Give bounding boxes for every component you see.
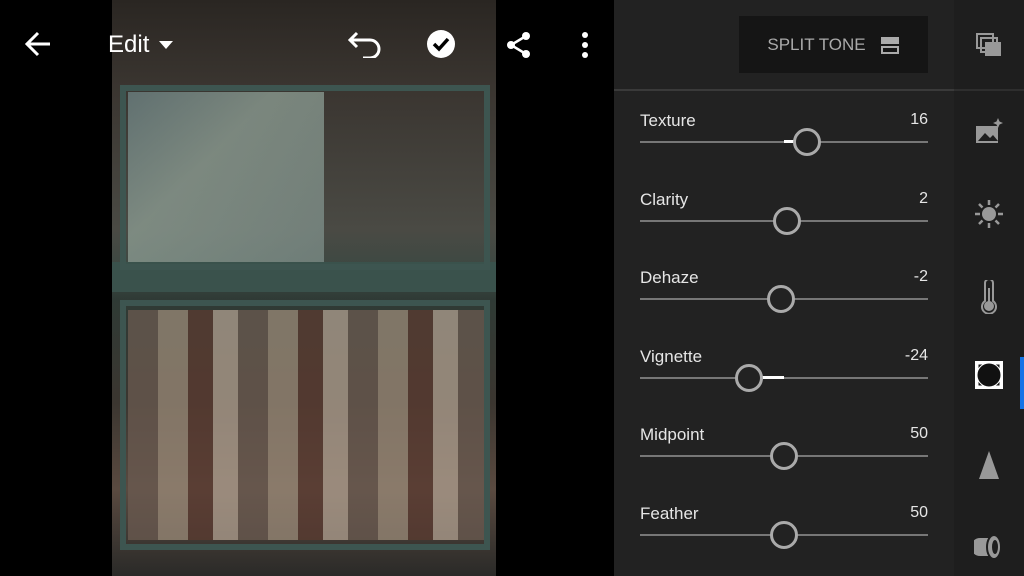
tool-effects[interactable] xyxy=(954,360,1024,390)
slider-label: Midpoint xyxy=(640,425,705,444)
slider-label: Texture xyxy=(640,111,696,130)
slider-thumb[interactable] xyxy=(770,520,798,549)
slider-label: Dehaze xyxy=(640,268,699,287)
share-button[interactable] xyxy=(505,31,533,59)
tool-auto[interactable] xyxy=(954,117,1024,145)
effects-icon xyxy=(975,361,1003,389)
photo-window-bottom xyxy=(120,300,490,550)
optics-icon xyxy=(974,534,1002,560)
mode-label: Edit xyxy=(108,31,150,58)
back-button[interactable] xyxy=(22,28,54,60)
effects-panel: SPLIT TONE Texture 16 Clarity 2 Dehaze -2 Vign… xyxy=(614,0,954,576)
slider-value: -2 xyxy=(913,268,928,285)
share-icon xyxy=(507,32,530,58)
tool-color[interactable] xyxy=(954,280,1024,314)
caret-down-icon xyxy=(159,41,174,49)
slider-value: -24 xyxy=(904,346,928,364)
slider-feather[interactable]: Feather 50 xyxy=(640,504,928,564)
split-tone-icon xyxy=(880,36,899,54)
undo-button[interactable] xyxy=(346,28,384,60)
slider-thumb[interactable] xyxy=(772,206,801,235)
slider-value: 50 xyxy=(910,425,928,442)
check-circle-icon xyxy=(427,30,455,58)
slider-label: Clarity xyxy=(640,189,689,209)
slider-dehaze[interactable]: Dehaze -2 xyxy=(640,268,928,328)
tool-rail xyxy=(954,0,1024,576)
tool-detail[interactable] xyxy=(954,450,1024,480)
slider-texture[interactable]: Texture 16 xyxy=(640,111,928,171)
slider-thumb[interactable] xyxy=(770,442,798,470)
slider-value: 50 xyxy=(910,503,928,521)
slider-value: 16 xyxy=(910,111,928,128)
mode-dropdown[interactable]: Edit xyxy=(108,30,174,60)
tool-presets[interactable] xyxy=(954,32,1024,58)
undo-icon xyxy=(347,31,381,58)
active-indicator xyxy=(1020,357,1024,409)
slider-vignette[interactable]: Vignette -24 xyxy=(640,347,928,407)
divider xyxy=(954,89,1024,91)
color-icon xyxy=(981,280,997,314)
top-toolbar: Edit xyxy=(0,0,614,90)
presets-icon xyxy=(976,33,1001,56)
slider-midpoint[interactable]: Midpoint 50 xyxy=(640,425,928,485)
split-tone-button[interactable]: SPLIT TONE xyxy=(739,16,928,73)
arrow-left-icon xyxy=(24,31,50,57)
split-tone-label: SPLIT TONE xyxy=(767,34,866,54)
slider-thumb[interactable] xyxy=(793,128,822,156)
auto-icon xyxy=(976,118,1003,143)
divider xyxy=(614,89,954,91)
slider-track[interactable] xyxy=(640,376,928,379)
more-button[interactable] xyxy=(575,30,595,60)
tool-light[interactable] xyxy=(954,198,1024,230)
detail-icon xyxy=(979,451,999,479)
photo-window-top xyxy=(120,85,490,270)
slider-value: 2 xyxy=(919,189,928,207)
light-icon xyxy=(975,200,1003,228)
more-vertical-icon xyxy=(582,32,588,58)
done-button[interactable] xyxy=(426,29,456,59)
slider-label: Feather xyxy=(640,503,699,523)
tool-optics[interactable] xyxy=(954,532,1024,562)
slider-label: Vignette xyxy=(640,346,703,366)
slider-thumb[interactable] xyxy=(735,363,764,392)
slider-clarity[interactable]: Clarity 2 xyxy=(640,190,928,250)
slider-thumb[interactable] xyxy=(767,285,796,313)
